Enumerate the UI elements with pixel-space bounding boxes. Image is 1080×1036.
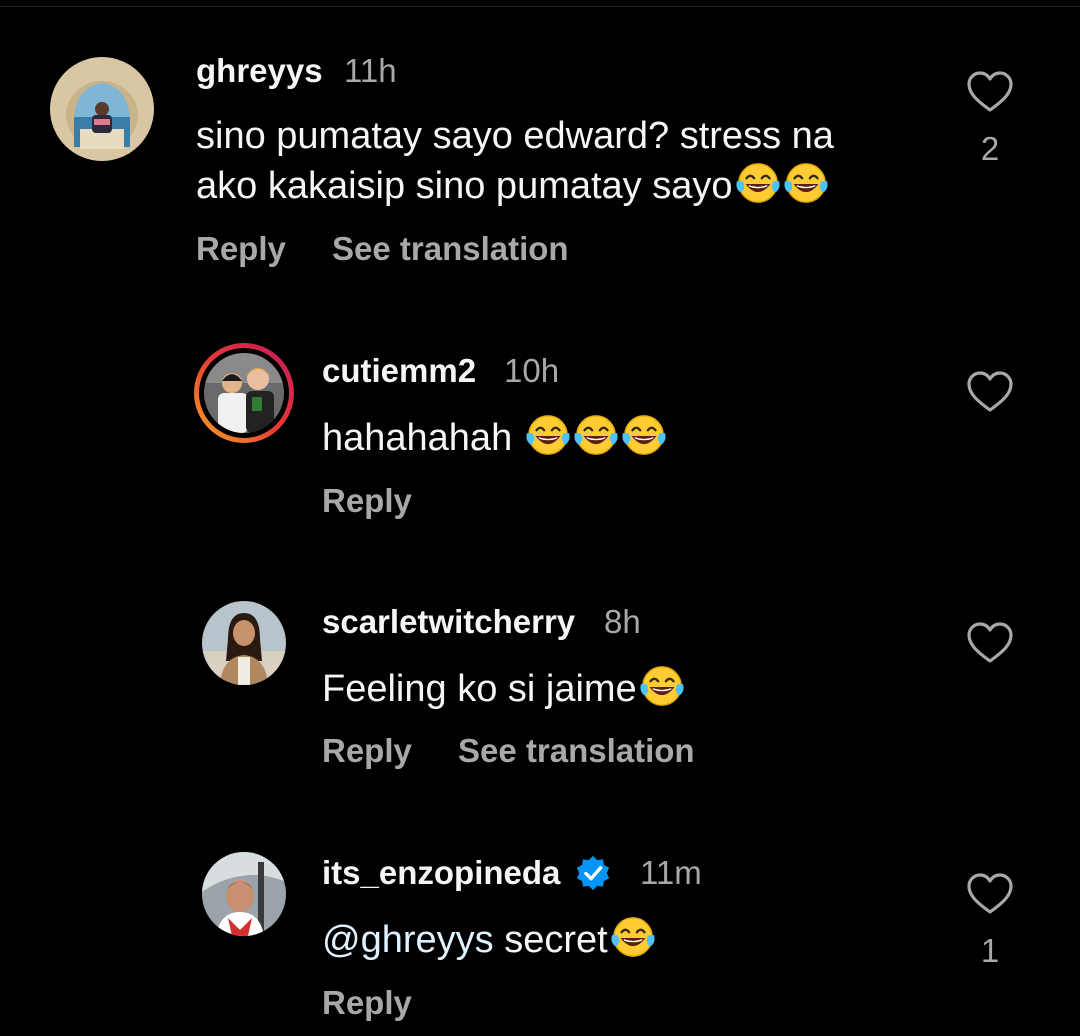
comment-text-line: secret — [493, 919, 608, 961]
reply-button[interactable]: Reply — [322, 482, 412, 520]
verified-badge-icon — [576, 855, 610, 891]
laughing-emoji-icon — [783, 160, 829, 206]
comment-text-line: sino pumatay sayo edward? stress na — [196, 115, 834, 157]
comment-text-line: Feeling ko si jaime — [322, 668, 637, 710]
laughing-emoji-icon — [621, 412, 667, 458]
comment-text: @ghreyys secret — [322, 914, 656, 964]
laughing-emoji-icon — [735, 160, 781, 206]
username[interactable]: cutiemm2 — [322, 352, 476, 390]
avatar-story-ring[interactable] — [194, 343, 294, 443]
comment-text: Feeling ko si jaime — [322, 663, 685, 713]
heart-icon[interactable] — [966, 621, 1014, 665]
divider — [0, 6, 1080, 7]
see-translation-button[interactable]: See translation — [332, 230, 569, 268]
reply-button[interactable]: Reply — [196, 230, 286, 268]
comment-text-line: hahahahah — [322, 417, 523, 459]
see-translation-button[interactable]: See translation — [458, 732, 695, 770]
like-count: 2 — [980, 130, 1000, 167]
comment-text-line: ako kakaisip sino pumatay sayo — [196, 165, 733, 207]
mention-link[interactable]: @ghreyys — [322, 919, 494, 961]
laughing-emoji-icon — [573, 412, 619, 458]
laughing-emoji-icon — [639, 663, 685, 709]
timestamp: 11h — [344, 52, 397, 89]
username[interactable]: its_enzopineda — [322, 854, 560, 892]
avatar[interactable] — [202, 601, 286, 685]
heart-icon[interactable] — [966, 370, 1014, 414]
avatar[interactable] — [50, 57, 154, 161]
laughing-emoji-icon — [525, 412, 571, 458]
reply-button[interactable]: Reply — [322, 732, 412, 770]
laughing-emoji-icon — [610, 914, 656, 960]
avatar[interactable] — [202, 852, 286, 936]
heart-icon[interactable] — [966, 872, 1014, 916]
like-count: 1 — [980, 932, 1000, 969]
timestamp: 8h — [604, 603, 641, 640]
heart-icon[interactable] — [966, 70, 1014, 114]
reply-button[interactable]: Reply — [322, 984, 412, 1022]
username[interactable]: ghreyys — [196, 52, 323, 90]
username[interactable]: scarletwitcherry — [322, 603, 575, 641]
comment-text: hahahahah — [322, 412, 667, 462]
timestamp: 10h — [504, 352, 560, 389]
comment-text: sino pumatay sayo edward? stress na ako … — [196, 112, 834, 210]
timestamp: 11m — [640, 854, 702, 891]
